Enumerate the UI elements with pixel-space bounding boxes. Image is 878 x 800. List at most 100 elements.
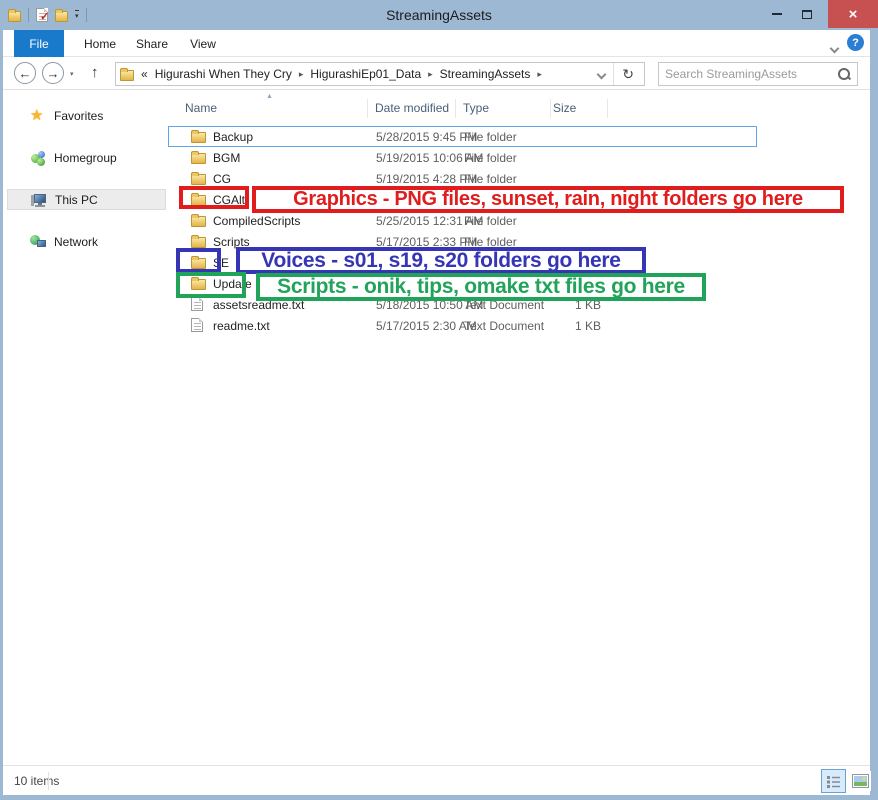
file-type: Text Document [464,319,544,333]
status-bar: 10 items [3,765,870,795]
breadcrumb-overflow[interactable]: « [141,67,148,81]
file-name: Backup [213,130,253,144]
column-header-size[interactable]: Size [553,101,576,115]
star-icon: ★ [30,108,46,124]
refresh-button[interactable]: ↻ [616,66,640,83]
breadcrumb-separator-icon[interactable]: ▸ [299,69,304,80]
file-type: File folder [464,214,517,228]
sidebar-item-favorites[interactable]: ★ Favorites [7,105,166,126]
folder-icon [191,216,206,227]
large-icons-view-icon [852,774,869,788]
navigation-toolbar: ← → ▾ ↑ « Higurashi When They Cry ▸ Higu… [3,57,870,90]
sidebar-item-this-pc[interactable]: This PC [7,189,166,210]
column-divider[interactable] [367,99,368,118]
file-date: 5/28/2015 9:45 PM [376,130,477,144]
sidebar-item-network[interactable]: Network [7,231,166,252]
text-file-icon [191,297,203,311]
folder-icon [191,174,206,185]
column-divider[interactable] [455,99,456,118]
file-row-bgm[interactable]: BGM 5/19/2015 10:06 AM File folder [168,147,757,168]
sort-ascending-icon: ▲ [266,93,273,100]
maximize-icon [802,10,812,19]
current-folder-icon [120,70,134,81]
file-date: 5/17/2015 2:30 AM [376,319,477,333]
tab-file-label: File [29,37,48,51]
annotation-red-text: Graphics - PNG files, sunset, rain, nigh… [293,188,803,211]
details-view-icon [826,775,841,788]
recent-locations-dropdown[interactable]: ▾ [70,70,74,78]
column-header-date-modified[interactable]: Date modified [375,101,449,115]
annotation-green-outline-update [176,272,246,298]
address-divider [613,63,614,85]
file-size: 1 KB [544,319,601,333]
sidebar-item-homegroup[interactable]: Homegroup [7,147,166,168]
search-input[interactable] [665,67,837,81]
details-view-button[interactable] [821,769,846,793]
sidebar-item-label: Homegroup [54,151,117,165]
file-date: 5/19/2015 4:28 PM [376,172,477,186]
folder-icon [191,132,206,143]
maximize-button[interactable] [792,0,822,28]
up-button[interactable]: ↑ [91,64,99,81]
address-dropdown-button[interactable] [598,65,605,83]
sidebar-item-label: Network [54,235,98,249]
column-divider[interactable] [607,99,608,118]
column-header-name[interactable]: Name [185,101,217,115]
navigation-pane: ★ Favorites Homegroup This PC Network [3,90,168,765]
back-button[interactable]: ← [14,62,36,84]
tab-view-label: View [190,37,216,51]
search-icon[interactable] [837,67,851,81]
back-icon: ← [19,66,32,81]
column-divider[interactable] [550,99,551,118]
close-icon: × [849,6,858,23]
breadcrumb: « Higurashi When They Cry ▸ HigurashiEp0… [120,67,592,81]
title-bar: ✓ ▾ StreamingAssets × [0,0,878,30]
expand-ribbon-button[interactable] [831,39,838,57]
annotation-red-banner: Graphics - PNG files, sunset, rain, nigh… [252,186,844,213]
breadcrumb-separator-icon[interactable]: ▸ [537,69,542,80]
close-button[interactable]: × [828,0,878,28]
breadcrumb-segment[interactable]: Higurashi When They Cry [155,67,292,81]
minimize-button[interactable] [762,0,792,28]
network-icon [30,234,46,250]
search-box [658,62,858,86]
file-row-readme[interactable]: readme.txt 5/17/2015 2:30 AM Text Docume… [168,315,757,336]
large-icons-view-button[interactable] [850,771,871,791]
sidebar-item-label: This PC [55,193,98,207]
file-name: readme.txt [213,319,270,333]
tab-file[interactable]: File [14,30,64,57]
column-header-type[interactable]: Type [463,101,489,115]
forward-button[interactable]: → [42,62,64,84]
window-controls: × [762,0,878,28]
file-row-backup[interactable]: Backup 5/28/2015 9:45 PM File folder [168,126,757,147]
file-name: CG [213,172,231,186]
column-headers: ▲ Name Date modified Type Size [168,97,870,121]
file-name: CompiledScripts [213,214,300,228]
address-bar[interactable]: « Higurashi When They Cry ▸ HigurashiEp0… [115,62,645,86]
folder-icon [191,153,206,164]
window-body: File Home Share View ? ← → ▾ ↑ « Higuras… [3,30,870,795]
sidebar-item-label: Favorites [54,109,103,123]
chevron-down-icon [830,44,840,54]
window-title: StreamingAssets [0,7,878,23]
help-button[interactable]: ? [847,34,864,51]
tab-share[interactable]: Share [131,30,173,57]
file-rows: Backup 5/28/2015 9:45 PM File folder BGM… [168,126,870,336]
folder-icon [191,237,206,248]
breadcrumb-separator-icon[interactable]: ▸ [428,69,433,80]
file-name: BGM [213,151,240,165]
breadcrumb-segment[interactable]: StreamingAssets [440,67,531,81]
annotation-blue-outline-se [176,248,221,273]
ribbon-tab-bar: File Home Share View ? [3,30,870,57]
file-type: File folder [464,172,517,186]
annotation-blue-banner: Voices - s01, s19, s20 folders go here [236,247,646,274]
file-row-compiledscripts[interactable]: CompiledScripts 5/25/2015 12:31 AM File … [168,210,757,231]
tab-view[interactable]: View [183,30,223,57]
file-type: File folder [464,130,517,144]
tab-home[interactable]: Home [78,30,122,57]
file-type: File folder [464,151,517,165]
minimize-icon [772,13,782,15]
computer-icon [31,192,47,208]
items-count: 10 items [14,774,59,788]
breadcrumb-segment[interactable]: HigurashiEp01_Data [310,67,421,81]
